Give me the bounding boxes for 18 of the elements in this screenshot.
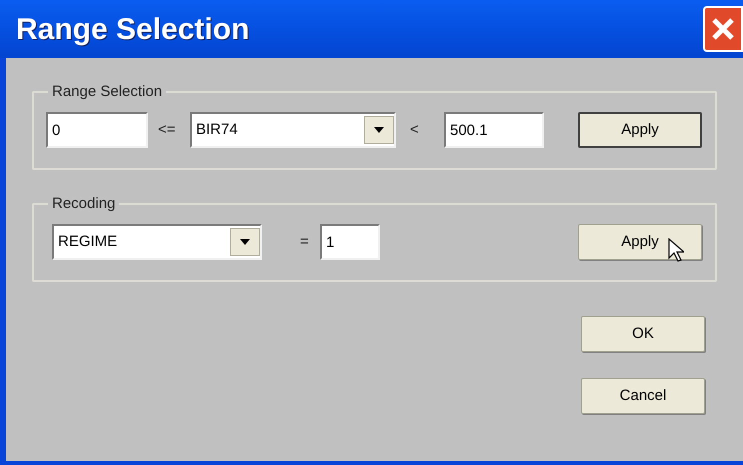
operator-label: <= (158, 120, 177, 140)
close-button[interactable] (703, 6, 743, 52)
group-label: Recoding (52, 195, 116, 212)
close-icon (711, 17, 735, 41)
mouse-cursor-icon (668, 238, 684, 262)
input-field[interactable]: 1 (320, 224, 380, 260)
operator-label: = (300, 232, 310, 252)
operator-label: < (410, 120, 420, 140)
dialog-button[interactable]: OK (581, 316, 705, 352)
dialog-button[interactable]: Cancel (581, 378, 705, 414)
dropdown[interactable]: REGIME (52, 224, 262, 260)
group-label: Range Selection (52, 83, 162, 100)
input-field[interactable]: 500.1 (444, 112, 544, 148)
apply-button[interactable]: Apply (578, 112, 702, 148)
dropdown[interactable]: BIR74 (190, 112, 396, 148)
window-title: Range Selection (16, 12, 250, 48)
input-field[interactable]: 0 (46, 112, 148, 148)
apply-button[interactable]: Apply (578, 224, 702, 260)
